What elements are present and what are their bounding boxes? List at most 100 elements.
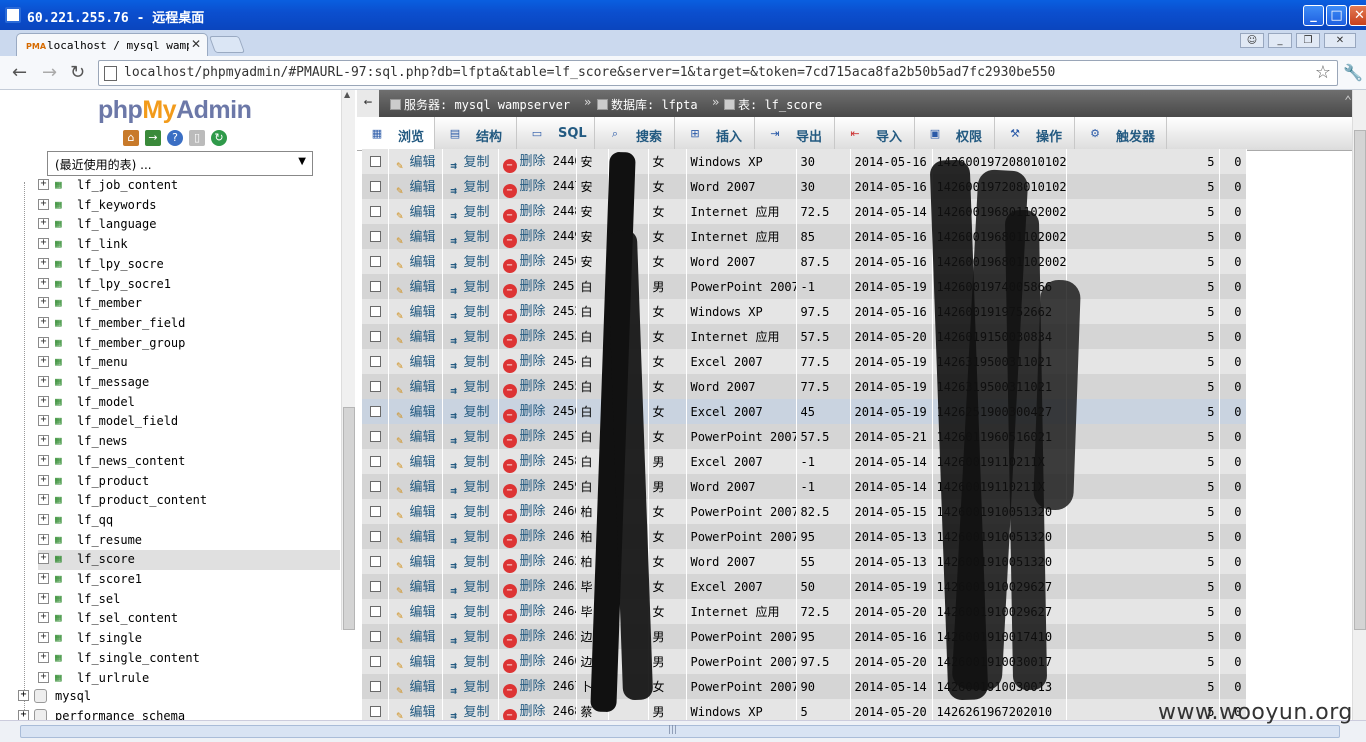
tab-close-icon[interactable]: ✕ xyxy=(191,37,201,51)
copy-link[interactable]: ⇉ 复制 xyxy=(447,451,489,473)
main-scroll-thumb[interactable] xyxy=(1354,130,1366,630)
copy-link[interactable]: ⇉ 复制 xyxy=(447,676,489,698)
tree-table-name[interactable]: lf_urlrule xyxy=(77,671,149,685)
edit-link[interactable]: ✎ 编辑 xyxy=(393,426,435,448)
delete-link[interactable]: −删除 2467 xyxy=(502,675,575,698)
new-tab-button[interactable] xyxy=(208,36,246,53)
row-checkbox[interactable] xyxy=(370,605,381,617)
table-icon[interactable]: ▦ xyxy=(55,414,70,428)
tab-sql[interactable]: ▭ SQL xyxy=(517,117,595,150)
tab-structure[interactable]: ▤ 结构 xyxy=(435,117,517,150)
table-icon[interactable]: ▦ xyxy=(55,336,70,350)
edit-link[interactable]: ✎ 编辑 xyxy=(393,351,435,373)
copy-link[interactable]: ⇉ 复制 xyxy=(447,251,489,273)
breadcrumb-database[interactable]: 数据库: lfpta xyxy=(597,96,698,113)
edit-link[interactable]: ✎ 编辑 xyxy=(393,176,435,198)
table-icon[interactable]: ▦ xyxy=(55,296,70,310)
table-row[interactable]: ✎编辑⇉复制−删除 2447安女Word 2007302014-05-16142… xyxy=(362,174,1247,199)
tree-table-name[interactable]: lf_news_content xyxy=(77,454,185,468)
copy-link[interactable]: ⇉ 复制 xyxy=(447,576,489,598)
help-icon[interactable]: ? xyxy=(167,130,183,146)
copy-link[interactable]: ⇉ 复制 xyxy=(447,151,489,173)
table-icon[interactable]: ▦ xyxy=(55,572,70,586)
edit-link[interactable]: ✎ 编辑 xyxy=(393,701,435,721)
copy-link[interactable]: ⇉ 复制 xyxy=(447,351,489,373)
row-checkbox[interactable] xyxy=(370,530,381,542)
tree-table-name[interactable]: lf_member xyxy=(77,296,142,310)
row-checkbox[interactable] xyxy=(370,380,381,392)
table-row[interactable]: ✎编辑⇉复制−删除 2460柏女PowerPoint 200782.52014-… xyxy=(362,499,1247,524)
edit-link[interactable]: ✎ 编辑 xyxy=(393,376,435,398)
table-icon[interactable]: ▦ xyxy=(55,513,70,527)
tab-import[interactable]: ⇤ 导入 xyxy=(835,117,915,150)
expand-icon[interactable]: + xyxy=(38,238,49,250)
copy-link[interactable]: ⇉ 复制 xyxy=(447,526,489,548)
table-icon[interactable]: ▦ xyxy=(55,237,70,251)
edit-link[interactable]: ✎ 编辑 xyxy=(393,401,435,423)
table-icon[interactable]: ▦ xyxy=(55,533,70,547)
delete-link[interactable]: −删除 2454 xyxy=(502,350,575,373)
table-row[interactable]: ✎编辑⇉复制−删除 2462柏女Word 2007552014-05-13142… xyxy=(362,549,1247,574)
tab-triggers[interactable]: ⚙ 触发器 xyxy=(1075,117,1167,150)
edit-link[interactable]: ✎ 编辑 xyxy=(393,151,435,173)
tree-table-name[interactable]: lf_member_group xyxy=(77,336,185,350)
breadcrumb-table[interactable]: 表: lf_score xyxy=(724,96,822,113)
table-icon[interactable]: ▦ xyxy=(55,651,70,665)
row-checkbox[interactable] xyxy=(370,280,381,292)
reload-icon[interactable]: ↻ xyxy=(70,62,85,83)
home-icon[interactable]: ⌂ xyxy=(123,130,139,146)
row-checkbox[interactable] xyxy=(370,630,381,642)
tab-privileges[interactable]: ▣ 权限 xyxy=(915,117,995,150)
user-icon[interactable]: ☺ xyxy=(1240,33,1264,48)
edit-link[interactable]: ✎ 编辑 xyxy=(393,551,435,573)
delete-link[interactable]: −删除 2461 xyxy=(502,525,575,548)
table-row[interactable]: ✎编辑⇉复制−删除 2455白女Word 200777.52014-05-191… xyxy=(362,374,1247,399)
refresh-icon[interactable]: ↻ xyxy=(211,130,227,146)
delete-link[interactable]: −删除 2446 xyxy=(502,150,575,173)
scroll-up-icon[interactable]: ▲ xyxy=(344,90,350,99)
table-icon[interactable]: ▦ xyxy=(55,375,70,389)
table-icon[interactable]: ▦ xyxy=(55,277,70,291)
delete-link[interactable]: −删除 2453 xyxy=(502,325,575,348)
delete-link[interactable]: −删除 2449 xyxy=(502,225,575,248)
row-checkbox[interactable] xyxy=(370,580,381,592)
edit-link[interactable]: ✎ 编辑 xyxy=(393,276,435,298)
table-icon[interactable]: ▦ xyxy=(55,671,70,685)
tree-table-name[interactable]: lf_message xyxy=(77,375,149,389)
table-row[interactable]: ✎编辑⇉复制−删除 2449安女Internet 应用852014-05-161… xyxy=(362,224,1247,249)
delete-link[interactable]: −删除 2456 xyxy=(502,400,575,423)
table-row[interactable]: ✎编辑⇉复制−删除 2450安女Word 200787.52014-05-161… xyxy=(362,249,1247,274)
expand-icon[interactable]: + xyxy=(38,277,49,289)
expand-icon[interactable]: + xyxy=(38,395,49,407)
expand-icon[interactable]: + xyxy=(38,376,49,387)
table-icon[interactable]: ▦ xyxy=(55,395,70,409)
table-icon[interactable]: ▦ xyxy=(55,552,70,566)
row-checkbox[interactable] xyxy=(370,655,381,667)
expand-icon[interactable]: + xyxy=(38,336,49,348)
edit-link[interactable]: ✎ 编辑 xyxy=(393,626,435,648)
edit-link[interactable]: ✎ 编辑 xyxy=(393,301,435,323)
close-button[interactable]: ✕ xyxy=(1349,5,1366,26)
edit-link[interactable]: ✎ 编辑 xyxy=(393,676,435,698)
bookmark-star-icon[interactable]: ☆ xyxy=(1315,62,1331,83)
expand-icon[interactable]: + xyxy=(38,592,49,604)
table-row[interactable]: ✎编辑⇉复制−删除 2454白女Excel 200777.52014-05-19… xyxy=(362,349,1247,374)
browser-tab[interactable]: PMA localhost / mysql wamp ✕ xyxy=(16,33,208,56)
delete-link[interactable]: −删除 2451 xyxy=(502,275,575,298)
tree-table-name[interactable]: lf_score1 xyxy=(77,572,142,586)
delete-link[interactable]: −删除 2448 xyxy=(502,200,575,223)
tree-table-name[interactable]: lf_news xyxy=(77,434,128,448)
expand-icon[interactable]: + xyxy=(38,513,49,525)
nav-scrollbar[interactable]: ▲ xyxy=(341,90,355,630)
table-row[interactable]: ✎编辑⇉复制−删除 2467卜女PowerPoint 2007902014-05… xyxy=(362,674,1247,699)
main-scrollbar[interactable] xyxy=(1352,90,1366,720)
tree-table-name[interactable]: lf_model xyxy=(77,395,135,409)
tree-table-name[interactable]: lf_lpy_socre xyxy=(77,257,164,271)
tree-table-name[interactable]: lf_sel_content xyxy=(77,611,178,625)
browser-close-icon[interactable]: ✕ xyxy=(1324,33,1356,48)
expand-icon[interactable]: + xyxy=(38,297,49,309)
delete-link[interactable]: −删除 2465 xyxy=(502,625,575,648)
expand-icon[interactable]: + xyxy=(38,316,49,328)
expand-icon[interactable]: + xyxy=(38,612,49,624)
expand-icon[interactable]: + xyxy=(38,179,49,190)
